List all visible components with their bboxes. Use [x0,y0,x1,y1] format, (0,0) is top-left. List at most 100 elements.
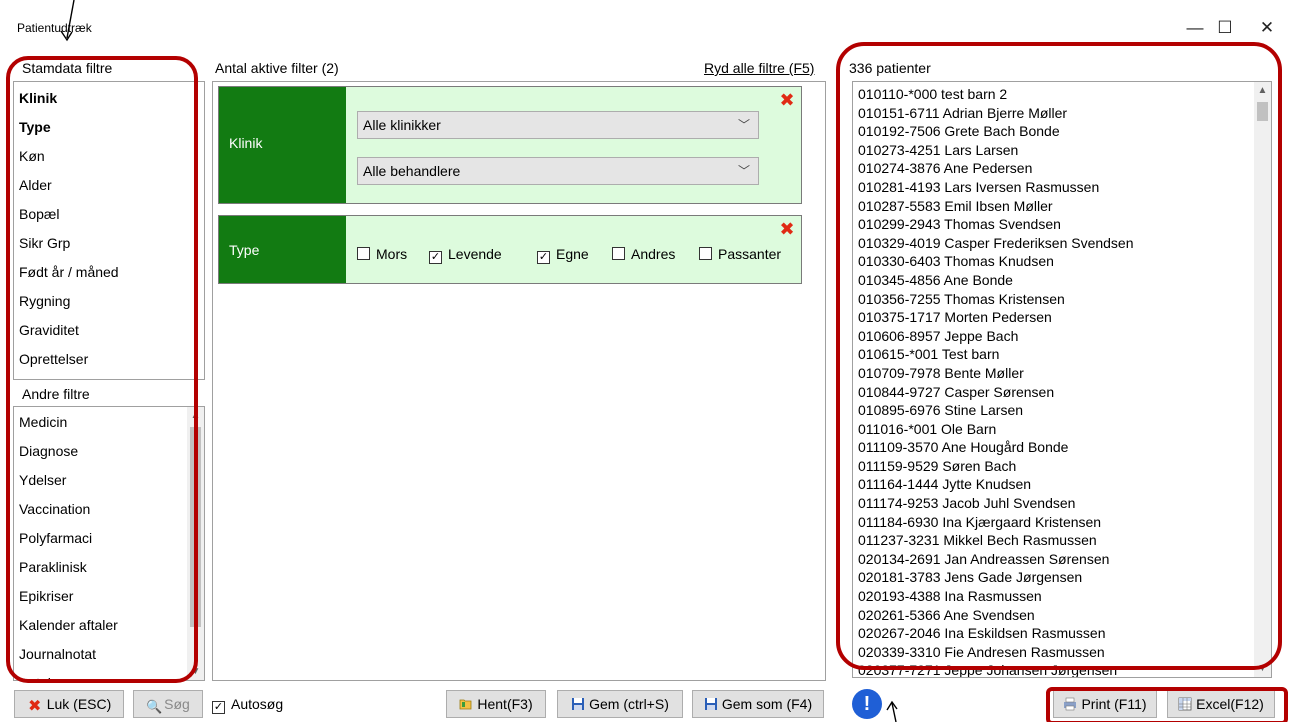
patient-list-item[interactable]: 020261-5366 Ane Svendsen [853,606,1271,625]
other-filter-item[interactable]: Vaccination [14,495,204,524]
stamdata-item[interactable]: Rygning [14,287,204,316]
other-filter-item[interactable]: Diagnose [14,437,204,466]
klinik-filter-header: Klinik [219,87,346,203]
checkbox-box[interactable] [357,247,370,260]
scroll-up-icon[interactable]: ▲ [187,407,204,424]
patient-list-item[interactable]: 020267-2046 Ina Eskildsen Rasmussen [853,624,1271,643]
patient-list-item[interactable]: 010329-4019 Casper Frederiksen Svendsen [853,234,1271,253]
remove-type-filter-icon[interactable]: ✖ [779,220,795,238]
maximize-button[interactable]: ☐ [1210,16,1240,40]
klinik-filter-box: Klinik ✖ Alle klinikker ﹀ Alle behandler… [218,86,802,204]
other-filter-item[interactable]: Ydelser [14,466,204,495]
patient-list-item[interactable]: 020134-2691 Jan Andreassen Sørensen [853,550,1271,569]
checkbox-box[interactable] [699,247,712,260]
practitioner-dropdown[interactable]: Alle behandlere ﹀ [357,157,759,185]
save-button[interactable]: Gem (ctrl+S) [557,690,683,718]
patient-list-item[interactable]: 010606-8957 Jeppe Bach [853,327,1271,346]
patient-list-item[interactable]: 010709-7978 Bente Møller [853,364,1271,383]
patient-list-item[interactable]: 010151-6711 Adrian Bjerre Møller [853,104,1271,123]
patient-list-scrollbar[interactable]: ▲ ▼ [1254,82,1271,677]
patient-list-item[interactable]: 010287-5583 Emil Ibsen Møller [853,197,1271,216]
stamdata-item[interactable]: Alder [14,171,204,200]
patient-list-item[interactable]: 011159-9529 Søren Bach [853,457,1271,476]
patient-list-item[interactable]: 011184-6930 Ina Kjærgaard Kristensen [853,513,1271,532]
clinic-dropdown[interactable]: Alle klinikker ﹀ [357,111,759,139]
info-icon[interactable]: ! [852,689,882,719]
type-option-checkbox[interactable]: Passanter [699,246,781,262]
clear-all-filters-link[interactable]: Ryd alle filtre (F5) [704,60,814,76]
patient-list-item[interactable]: 011109-3570 Ane Hougård Bonde [853,438,1271,457]
annotation-arrow-top [60,0,75,42]
close-button[interactable]: ✖ Luk (ESC) [14,690,124,718]
patient-list-item[interactable]: 011237-3231 Mikkel Bech Rasmussen [853,531,1271,550]
type-option-checkbox[interactable]: Mors [357,246,407,262]
patient-list[interactable]: 010110-*000 test barn 2 010151-6711 Adria… [852,81,1272,678]
checkbox-box[interactable] [612,247,625,260]
checkmark-icon[interactable]: ✓ [429,251,442,264]
patient-list-item[interactable]: 010844-9727 Casper Sørensen [853,383,1271,402]
patient-list-item[interactable]: 010274-3876 Ane Pedersen [853,159,1271,178]
type-option-label: Egne [556,246,589,262]
patient-list-item[interactable]: 010192-7506 Grete Bach Bonde [853,122,1271,141]
other-filters-scrollbar[interactable]: ▲ ▼ [187,407,204,680]
autosearch-check-box[interactable]: ✓ [212,701,225,714]
stamdata-item[interactable]: Køn [14,142,204,171]
type-option-checkbox[interactable]: ✓ Levende [429,246,502,264]
minimize-button[interactable]: — [1180,16,1210,40]
patient-list-item[interactable]: 010330-6403 Thomas Knudsen [853,252,1271,271]
scroll-up-icon[interactable]: ▲ [1254,82,1271,99]
patient-list-item[interactable]: 010281-4193 Lars Iversen Rasmussen [853,178,1271,197]
patient-list-item[interactable]: 020339-3310 Fie Andresen Rasmussen [853,643,1271,662]
stamdata-item[interactable]: Type [14,113,204,142]
patient-list-item[interactable]: 010110-*000 test barn 2 [853,85,1271,104]
patient-list-item[interactable]: 011016-*001 Ole Barn [853,420,1271,439]
stamdata-filter-list: Klinik Type Køn Alder Bopæl Sikr Grp Født år /… [13,81,205,380]
checkmark-icon[interactable]: ✓ [537,251,550,264]
scroll-down-icon[interactable]: ▼ [1254,660,1271,677]
print-button[interactable]: Print (F11) [1053,690,1157,718]
chevron-down-icon: ﹀ [737,118,750,132]
patient-list-item[interactable]: 020193-4388 Ina Rasmussen [853,587,1271,606]
other-filter-item[interactable]: Paraklinisk [14,553,204,582]
type-filter-header: Type [219,216,346,283]
patient-count: 336 patienter [849,60,931,76]
excel-button[interactable]: Excel(F12) [1167,690,1275,718]
other-filters-label: Andre filtre [22,386,90,402]
search-button[interactable]: 🔍 Søg [133,690,203,718]
close-x-icon: ✖ [28,698,42,715]
autosearch-checkbox[interactable]: ✓ Autosøg [212,696,283,714]
other-filter-item[interactable]: Medicin [14,408,204,437]
fetch-button[interactable]: Hent(F3) [446,690,546,718]
patient-list-item[interactable]: 011174-9253 Jacob Juhl Svendsen [853,494,1271,513]
stamdata-item[interactable]: Bopæl [14,200,204,229]
patient-list-item[interactable]: 011164-1444 Jytte Knudsen [853,475,1271,494]
patient-list-item[interactable]: 010615-*001 Test barn [853,345,1271,364]
patient-list-item[interactable]: 010273-4251 Lars Larsen [853,141,1271,160]
close-window-button[interactable]: ✕ [1252,16,1282,40]
patient-list-item[interactable]: 020377-7271 Jeppe Johansen Jørgensen [853,661,1271,677]
other-filter-item[interactable]: Kalender aftaler [14,611,204,640]
patient-list-item[interactable]: 010895-6976 Stine Larsen [853,401,1271,420]
patient-list-item[interactable]: 010299-2943 Thomas Svendsen [853,215,1271,234]
scroll-down-icon[interactable]: ▼ [187,663,204,680]
other-filter-item[interactable]: Antal [14,669,204,680]
other-filter-item[interactable]: Polyfarmaci [14,524,204,553]
remove-klinik-filter-icon[interactable]: ✖ [779,91,795,109]
other-filter-item[interactable]: Journalnotat [14,640,204,669]
patient-list-item[interactable]: 010375-1717 Morten Pedersen [853,308,1271,327]
save-as-button[interactable]: Gem som (F4) [692,690,824,718]
scrollbar-thumb[interactable] [1257,102,1268,121]
stamdata-item[interactable]: Klinik [14,84,204,113]
stamdata-item[interactable]: Født år / måned [14,258,204,287]
patient-list-item[interactable]: 020181-3783 Jens Gade Jørgensen [853,568,1271,587]
scrollbar-thumb[interactable] [190,427,201,627]
patient-list-item[interactable]: 010345-4856 Ane Bonde [853,271,1271,290]
stamdata-item[interactable]: Sikr Grp [14,229,204,258]
type-option-checkbox[interactable]: Andres [612,246,675,262]
type-option-checkbox[interactable]: ✓ Egne [537,246,589,264]
patient-list-item[interactable]: 010356-7255 Thomas Kristensen [853,290,1271,309]
other-filter-item[interactable]: Epikriser [14,582,204,611]
stamdata-item[interactable]: Oprettelser [14,345,204,374]
stamdata-item[interactable]: Graviditet [14,316,204,345]
type-filter-title: Type [229,242,260,258]
